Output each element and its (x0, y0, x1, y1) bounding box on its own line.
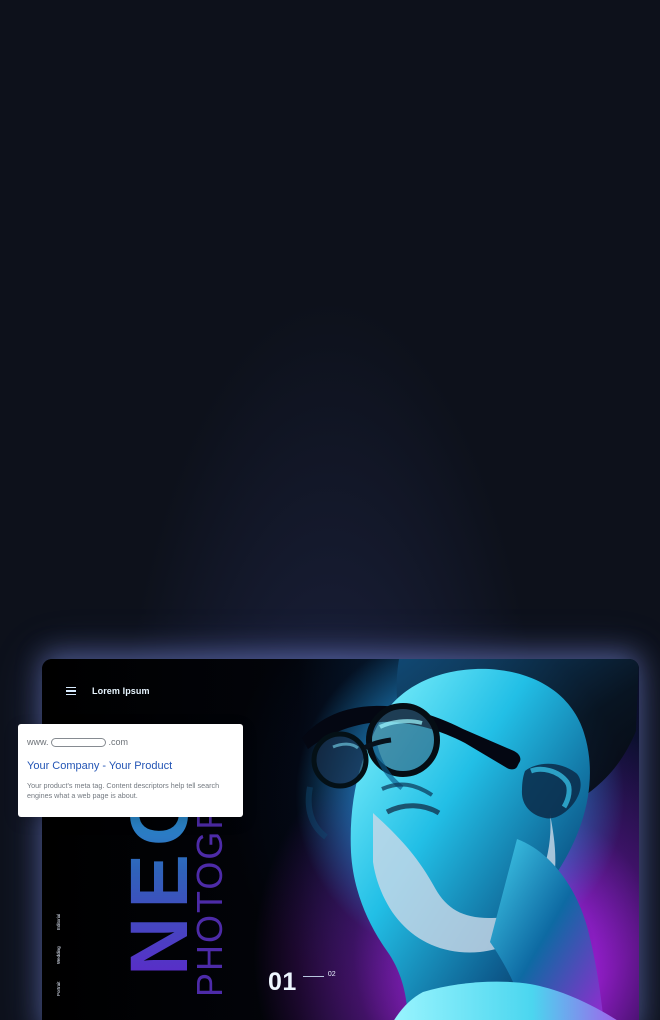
category-link-wedding[interactable]: Wedding (56, 946, 61, 964)
website-frame: Lorem Ipsum NEO PHOTOGRA Portrait Weddin… (42, 659, 639, 1020)
search-result-url: www. .com (27, 737, 128, 747)
domain-placeholder-field (50, 737, 106, 747)
top-navigation: Lorem Ipsum (66, 682, 150, 700)
search-result-title[interactable]: Your Company - Your Product (27, 760, 172, 772)
slide-next-number[interactable]: 02 (328, 971, 336, 978)
landing-page-preview: Lorem Ipsum NEO PHOTOGRA Portrait Weddin… (0, 0, 660, 1020)
search-result-preview: www. .com Your Company - Your Product Yo… (18, 724, 243, 817)
slide-divider (302, 976, 324, 977)
hamburger-icon[interactable] (66, 686, 76, 696)
category-link-portrait[interactable]: Portrait (56, 981, 61, 996)
brand-label[interactable]: Lorem Ipsum (92, 686, 150, 696)
slide-current-number: 01 (268, 968, 297, 996)
portrait-illustration (302, 659, 639, 1020)
url-prefix: www. (27, 737, 49, 747)
category-link-editorial[interactable]: Editorial (56, 914, 61, 930)
slide-counter: 01 02 (268, 970, 336, 995)
url-suffix: .com (108, 737, 129, 747)
category-links: Portrait Wedding Editorial (56, 912, 76, 1002)
search-result-description: Your product's meta tag. Content descrip… (27, 781, 220, 800)
